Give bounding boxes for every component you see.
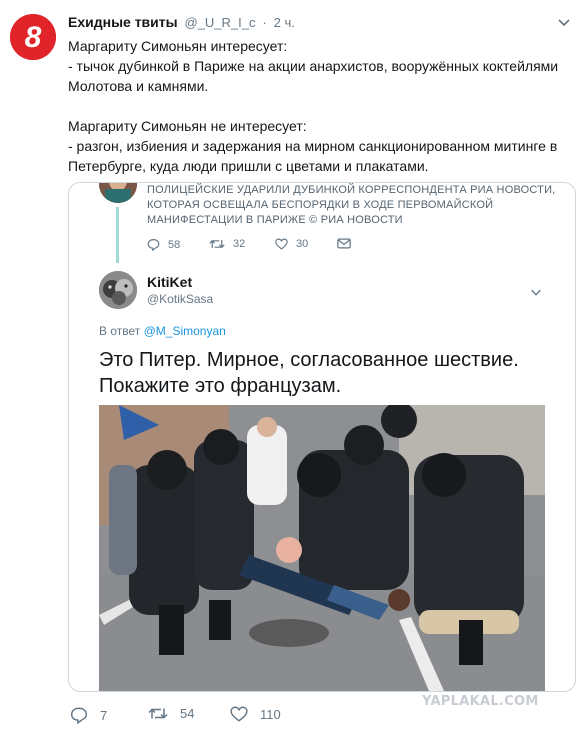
tweet-line: - тычок дубинкой в Париже на акции анарх… — [68, 58, 559, 94]
tweet-header: Ехидные твиты @_U_R_I_c · 2 ч. — [68, 14, 295, 30]
reply-button[interactable]: 7 — [70, 706, 107, 724]
chevron-down-icon[interactable] — [529, 285, 543, 299]
thread-line — [116, 207, 119, 263]
quoted-author-name[interactable]: KitiKet — [147, 274, 192, 290]
reply-prefix: В ответ — [99, 324, 141, 338]
like-count: 110 — [260, 706, 281, 722]
timestamp[interactable]: 2 ч. — [274, 15, 295, 30]
like-button[interactable]: 110 — [230, 706, 281, 722]
heart-icon — [230, 706, 248, 722]
kitiket-avatar[interactable] — [99, 271, 137, 309]
crowd-photo-illustration — [99, 405, 545, 691]
tweet-line: Маргариту Симоньян не интересует: — [68, 118, 307, 134]
reply-icon — [70, 707, 88, 724]
envelope-icon — [337, 238, 351, 249]
watermark: YAPLAKAL.COM — [422, 694, 539, 709]
eight-logo-icon: 8 — [10, 14, 56, 60]
previous-retweet-button[interactable]: 32 — [209, 238, 245, 250]
reply-handle-link[interactable]: @M_Simonyan — [144, 324, 226, 338]
svg-text:8: 8 — [25, 21, 42, 54]
separator: · — [262, 15, 267, 30]
quoted-tweet-card[interactable]: ПОЛИЦЕЙСКИЕ УДАРИЛИ ДУБИНКОЙ КОРРЕСПОНДЕ… — [68, 182, 576, 692]
previous-reply-button[interactable]: 58 — [147, 238, 180, 251]
retweet-button[interactable]: 54 — [148, 706, 194, 721]
tweet-text: Маргариту Симоньян интересует: - тычок д… — [68, 36, 573, 176]
reply-icon — [147, 239, 160, 251]
previous-retweet-count: 32 — [233, 238, 246, 250]
previous-like-count: 30 — [296, 238, 309, 250]
display-name[interactable]: Ехидные твиты — [68, 14, 178, 30]
previous-author-avatar[interactable] — [99, 183, 137, 203]
reply-count: 7 — [100, 707, 108, 723]
tweet-line: - разгон, избиения и задержания на мирно… — [68, 138, 558, 174]
previous-like-button[interactable]: 30 — [275, 238, 308, 250]
reply-to-line: В ответ @M_Simonyan — [99, 324, 226, 338]
tweet-line: Маргариту Симоньян интересует: — [68, 38, 288, 54]
handle[interactable]: @_U_R_I_c — [184, 15, 255, 30]
author-avatar[interactable]: 8 — [10, 14, 56, 60]
retweet-icon — [148, 708, 168, 719]
retweet-icon — [209, 239, 225, 249]
quoted-tweet-text: Это Питер. Мирное, согласованное шествие… — [99, 349, 519, 397]
heart-icon — [275, 238, 288, 250]
previous-tweet-text: ПОЛИЦЕЙСКИЕ УДАРИЛИ ДУБИНКОЙ КОРРЕСПОНДЕ… — [147, 184, 556, 226]
chevron-down-icon[interactable] — [556, 14, 572, 30]
quoted-author-handle[interactable]: @KotikSasa — [147, 292, 213, 306]
tweet-photo[interactable] — [99, 405, 545, 691]
previous-reply-count: 58 — [168, 238, 181, 251]
retweet-count: 54 — [180, 706, 195, 721]
previous-dm-button[interactable] — [337, 238, 359, 249]
